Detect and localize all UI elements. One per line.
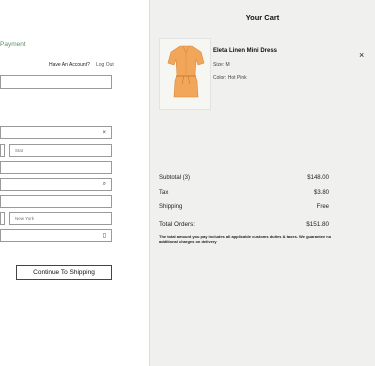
cart-title: Your Cart xyxy=(245,13,280,22)
phone-field[interactable]: ▯ xyxy=(0,229,112,242)
product-size: Size: M xyxy=(213,62,230,68)
email-field[interactable] xyxy=(0,75,112,89)
phone-icon: ▯ xyxy=(102,233,106,239)
total-label: Total Orders: xyxy=(159,221,196,228)
continue-to-shipping-button[interactable]: Continue To Shipping xyxy=(16,265,112,280)
breadcrumb-payment[interactable]: Payment xyxy=(0,41,26,48)
product-name[interactable]: Eleta Linen Mini Dress xyxy=(213,48,277,54)
duties-note: The total amount you pay includes all ap… xyxy=(159,234,332,245)
product-color: Color: Hot Pink xyxy=(213,75,247,81)
apartment-field[interactable] xyxy=(0,195,112,208)
postal-code-field[interactable] xyxy=(0,212,5,225)
product-image[interactable] xyxy=(159,38,211,110)
city-placeholder: New York xyxy=(15,216,35,221)
company-field[interactable] xyxy=(0,161,112,174)
country-field[interactable]: × xyxy=(0,126,112,139)
clear-icon[interactable]: × xyxy=(102,127,106,138)
tax-value: $3.80 xyxy=(313,190,329,196)
shipping-label: Shipping xyxy=(159,204,183,210)
shipping-value: Free xyxy=(316,204,329,210)
tax-label: Tax xyxy=(159,190,169,196)
search-icon[interactable]: ⌕ xyxy=(103,179,106,190)
last-name-placeholder: Stat xyxy=(15,148,24,153)
last-name-field[interactable]: Stat xyxy=(9,144,112,157)
subtotal-value: $148.00 xyxy=(307,175,329,181)
address-field[interactable]: ⌕ xyxy=(0,178,112,191)
total-value: $151.80 xyxy=(306,221,329,228)
subtotal-label: Subtotal (3) xyxy=(159,175,191,181)
dress-image xyxy=(167,45,205,98)
remove-item-icon[interactable]: × xyxy=(359,51,364,60)
first-name-field[interactable] xyxy=(0,144,5,157)
have-account-link[interactable]: Have An Account? xyxy=(49,62,90,68)
city-field[interactable]: New York xyxy=(9,212,112,225)
log-out-link[interactable]: Log Out xyxy=(96,62,114,68)
